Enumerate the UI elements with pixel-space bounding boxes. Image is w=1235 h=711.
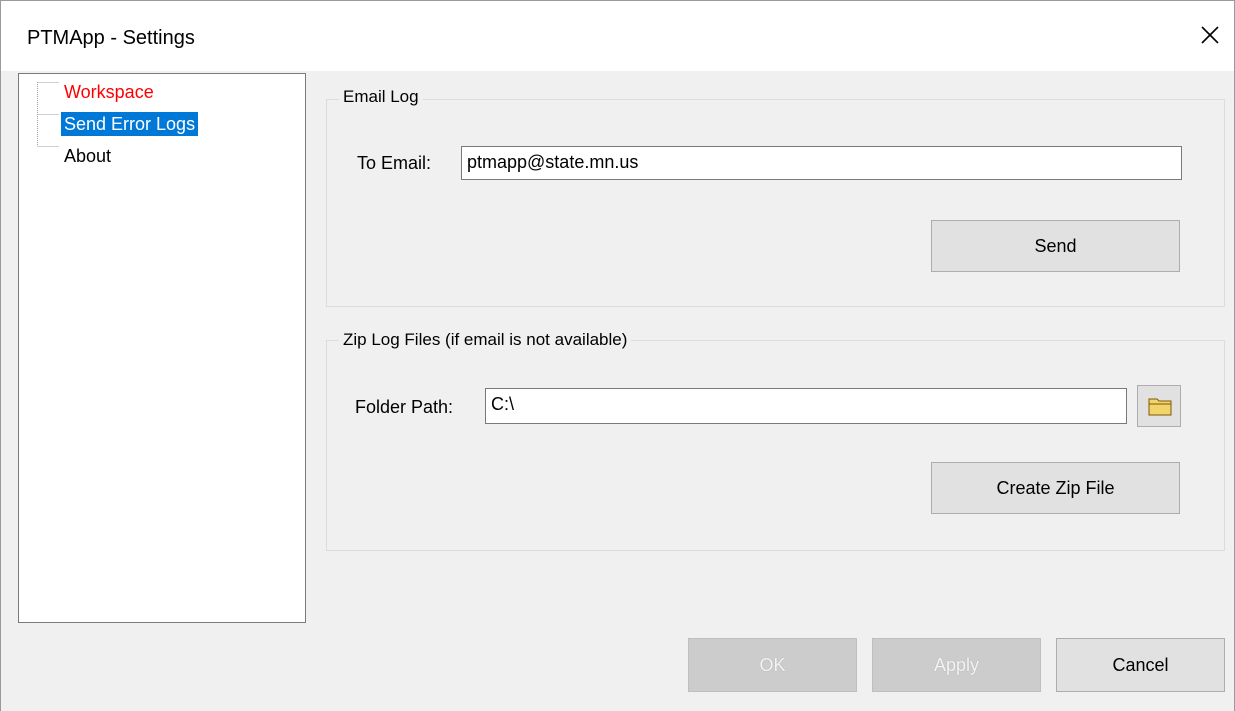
zip-log-legend: Zip Log Files (if email is not available… (339, 330, 632, 350)
apply-button-label: Apply (933, 654, 980, 675)
create-zip-button-label: Create Zip File (996, 477, 1115, 498)
ok-button[interactable]: OK (688, 638, 857, 692)
settings-tree[interactable]: Workspace Send Error Logs About (18, 73, 306, 623)
title-bar[interactable]: PTMApp - Settings (1, 1, 1234, 71)
to-email-field[interactable]: ptmapp@state.mn.us (461, 146, 1182, 180)
folder-icon (1148, 398, 1172, 416)
cancel-button[interactable]: Cancel (1056, 638, 1225, 692)
apply-button[interactable]: Apply (872, 638, 1041, 692)
window-title: PTMApp - Settings (27, 27, 195, 49)
email-log-group (326, 99, 1225, 307)
to-email-label: To Email: (357, 153, 432, 173)
settings-dialog: PTMApp - Settings Workspace Send Error L… (0, 0, 1235, 711)
folder-path-label: Folder Path: (355, 397, 454, 417)
email-log-legend: Email Log (339, 87, 423, 107)
ok-button-label: OK (759, 654, 786, 675)
tree-item-label: Send Error Logs (61, 112, 199, 136)
tree-item-label: About (64, 146, 112, 166)
tree-item-label: Workspace (64, 82, 154, 102)
tree-lines (37, 82, 59, 147)
send-button[interactable]: Send (931, 220, 1180, 272)
folder-path-field[interactable]: C:\ (485, 388, 1127, 424)
browse-folder-button[interactable] (1137, 385, 1181, 427)
close-icon (1201, 26, 1219, 44)
create-zip-button[interactable]: Create Zip File (931, 462, 1180, 514)
cancel-button-label: Cancel (1112, 654, 1169, 675)
close-button[interactable] (1188, 1, 1234, 71)
zip-log-group (326, 340, 1225, 551)
send-button-label: Send (1034, 235, 1077, 256)
